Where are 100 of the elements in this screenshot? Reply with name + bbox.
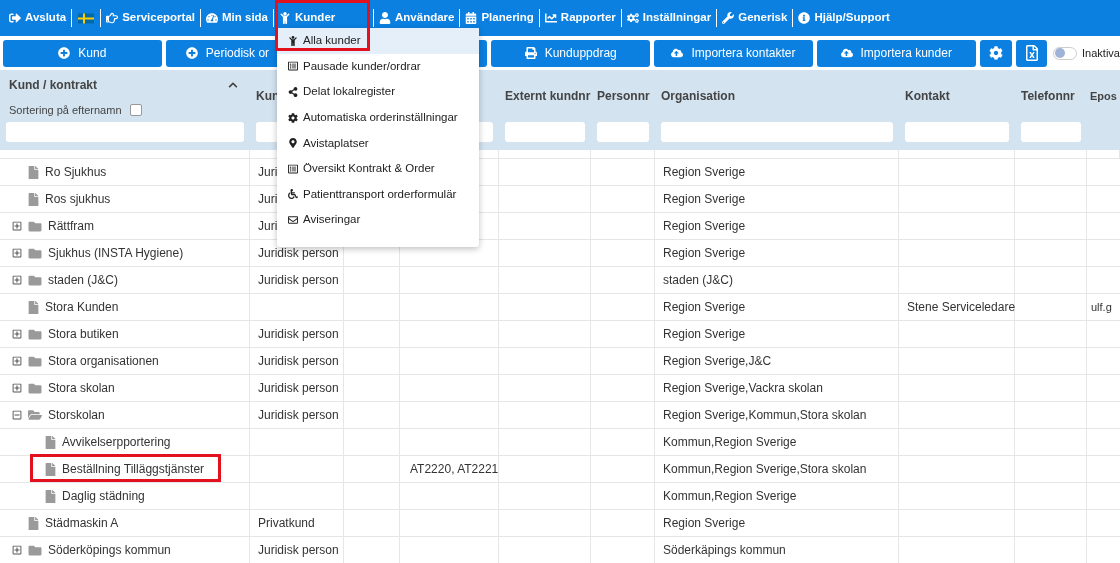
table-cell-text: Region Sverige [663,191,746,208]
nav-link[interactable]: Kunder [274,9,341,27]
menu-item[interactable]: Aviseringar [277,207,479,233]
expand-icon[interactable] [12,221,22,231]
nav-link[interactable]: Rapporter [539,9,621,27]
file-icon [28,516,39,530]
line-chart-icon [544,12,557,24]
nav-link[interactable]: Serviceportal [101,9,200,27]
customer-name[interactable]: Ros sjukhus [45,190,111,208]
envelope-icon [288,214,298,225]
nav-link[interactable]: Min sida [201,9,273,27]
toolbar-button[interactable]: Importera kunder [816,39,976,67]
file-icon [28,192,39,206]
expand-icon[interactable] [12,329,22,339]
file-icon [28,165,39,179]
filter-field[interactable] [505,122,585,142]
filter-field[interactable] [6,122,244,142]
column-header[interactable]: Epos [1090,87,1117,105]
table-cell-text: Region Sverige,Vackra skolan [663,380,823,397]
expand-icon[interactable] [12,275,22,285]
expand-icon[interactable] [12,545,22,555]
collapse-icon[interactable] [12,410,22,420]
customer-name[interactable]: Storskolan [48,406,105,424]
menu-item[interactable]: Automatiska orderinställningar [277,104,479,131]
customer-name[interactable]: Stora skolan [48,379,115,397]
table-cell-text: Region Sverige [663,245,746,262]
customer-name[interactable]: staden (J&C) [48,271,119,289]
column-header[interactable]: Personnr [597,87,650,105]
menu-item[interactable]: Avistaplatser [277,130,479,156]
gears-icon [626,12,639,24]
table-cell-text: Region Sverige [663,515,746,532]
list-icon [288,163,298,174]
customer-name[interactable]: Sjukhus (INSTA Hygiene) [48,244,184,262]
column-header[interactable]: Telefonnr [1021,87,1075,105]
customer-name[interactable]: Söderköpings kommun [48,541,171,559]
open-folder-icon [28,408,42,422]
spreadsheet-icon [1023,45,1040,61]
toolbar-button[interactable]: Kunduppdrag [491,39,651,67]
nav-link[interactable]: Generisk [717,9,793,27]
table-cell-text: Kommun,Region Sverige [663,434,797,451]
customer-name[interactable]: Avvikelserpportering [62,433,171,451]
table-cell-text: Juri [258,164,278,181]
file-icon [45,462,56,476]
filter-field[interactable] [597,122,649,142]
filter-field[interactable] [905,122,1009,142]
column-header[interactable]: Externt kundnr [505,87,591,105]
table-cell-text: Juridisk person [258,245,339,262]
customer-name[interactable]: Stora organisationen [48,352,159,370]
table-cell-text: Region Sverige [663,326,746,343]
logout-icon [9,12,21,24]
table-cell-text: Region Sverige,J&C [663,353,772,370]
menu-item[interactable]: Översikt Kontrakt & Order [277,155,479,182]
table-cell-text: Region Sverige,Kommun,Stora skolan [663,407,867,424]
folder-icon [28,219,42,233]
plus-icon [58,47,71,59]
menu-item[interactable]: Patienttransport orderformulär [277,181,479,208]
cloud-upload-icon [840,47,853,59]
toggle-switch[interactable] [1053,46,1078,60]
file-icon [28,300,39,314]
column-header[interactable]: Kund / kontrakt [9,76,97,94]
file-icon [45,435,56,449]
table-cell-text: Stene Serviceledare [907,299,1016,316]
expand-icon[interactable] [12,356,22,366]
nav-link[interactable]: Planering [460,9,539,27]
expand-icon[interactable] [12,383,22,393]
folder-icon [28,327,42,341]
nav-link[interactable]: Inställningar [621,9,717,27]
table-cell-text: Juridisk person [258,353,339,370]
table-cell-text: Söderkäpings kommun [663,542,786,559]
nav-link[interactable]: Avsluta [4,9,72,27]
menu-item[interactable]: Alla kunder [277,28,479,54]
column-header[interactable]: Kontakt [905,87,950,105]
column-header[interactable]: Organisation [661,87,735,105]
gauge-icon [206,12,218,24]
excel-export-button[interactable] [1016,39,1048,67]
table-cell-text: Juridisk person [258,542,339,559]
nav-link[interactable]: Hjälp/Support [793,9,895,27]
filter-field[interactable] [661,122,893,142]
customer-name[interactable]: Stora butiken [48,325,119,343]
settings-button[interactable] [979,39,1013,67]
customer-name[interactable]: Stora Kunden [45,298,119,316]
table-cell-text: Privatkund [258,515,315,532]
sort-caret-icon[interactable] [228,80,238,90]
list-icon [288,61,298,72]
table-cell-text: Kommun,Region Sverige [663,488,797,505]
table-cell-text: Kommun,Region Sverige,Stora skolan [663,461,867,478]
folder-icon [28,543,42,557]
customer-name[interactable]: Rättfram [48,217,94,235]
nav-link[interactable]: Användare [374,9,460,27]
customer-name[interactable]: Ro Sjukhus [45,163,107,181]
expand-icon[interactable] [12,248,22,258]
toolbar-button[interactable]: Kund [3,39,162,67]
table-cell-text: Juridisk person [258,407,339,424]
menu-item[interactable]: Delat lokalregister [277,79,479,105]
sort-checkbox[interactable] [129,104,142,117]
customer-name[interactable]: Städmaskin A [45,514,119,532]
filter-field[interactable] [1021,122,1081,142]
toolbar-button[interactable]: Importera kontakter [654,39,813,67]
customer-name[interactable]: Beställning Tilläggstjänster [62,460,205,478]
customer-name[interactable]: Daglig städning [62,487,145,505]
